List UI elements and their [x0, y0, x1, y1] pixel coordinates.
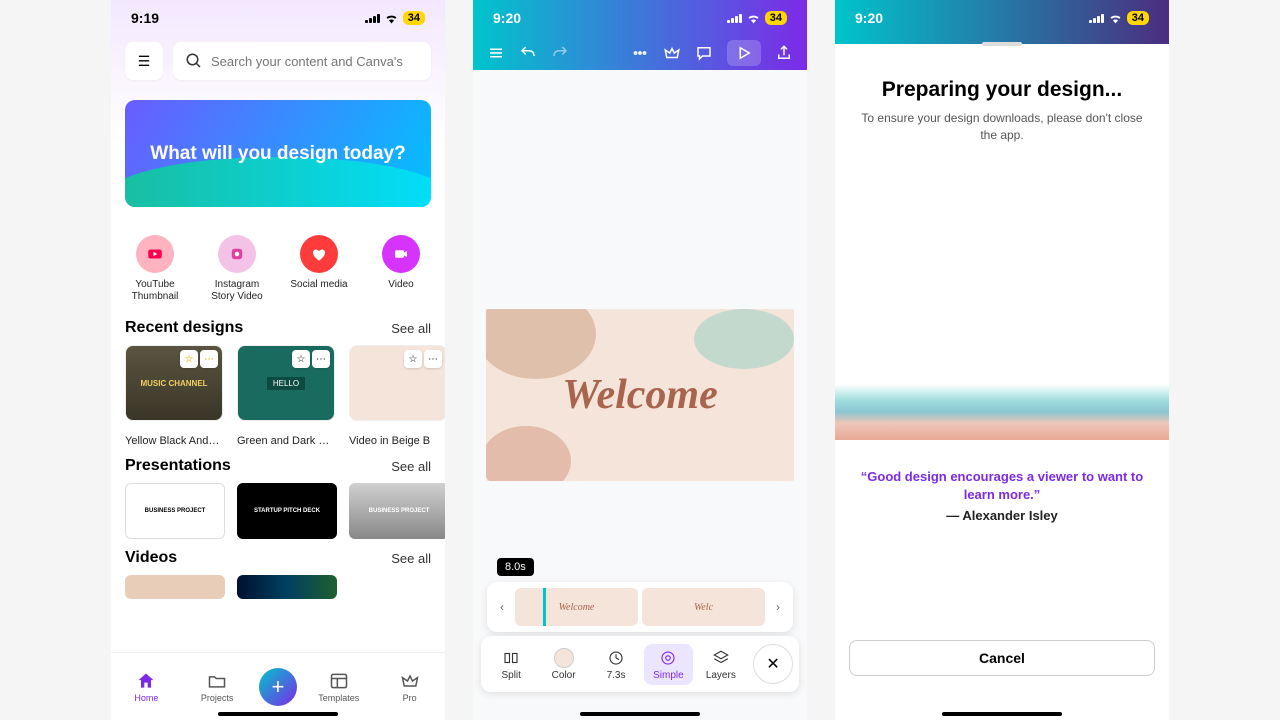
nav-templates[interactable]: Templates	[310, 671, 368, 703]
status-time: 9:20	[855, 10, 883, 26]
nav-home[interactable]: Home	[117, 671, 175, 703]
quote-text: “Good design encourages a viewer to want…	[849, 468, 1155, 504]
timeline-next[interactable]: ›	[771, 600, 785, 614]
wifi-icon	[746, 11, 761, 26]
status-bar: 9:19 34	[111, 0, 445, 36]
undo-icon[interactable]	[519, 44, 537, 62]
home-indicator	[580, 712, 700, 716]
status-right: 34	[365, 11, 425, 26]
status-bar: 9:20 34	[473, 0, 807, 36]
close-button[interactable]: ✕	[753, 644, 793, 684]
nav-projects[interactable]: Projects	[188, 671, 246, 703]
recent-see-all[interactable]: See all	[391, 321, 431, 336]
timeline-wrap: 8.0s ‹ Welcome Welc ›	[487, 582, 793, 632]
battery-badge: 34	[1127, 11, 1149, 25]
search-icon	[185, 52, 203, 70]
cancel-button[interactable]: Cancel	[849, 640, 1155, 676]
nav-create[interactable]: +	[259, 668, 297, 706]
recent-title: Recent designs	[125, 319, 243, 337]
tool-split[interactable]: Split	[487, 644, 535, 685]
timeline-prev[interactable]: ‹	[495, 600, 509, 614]
video-item[interactable]	[237, 575, 337, 599]
more-icon[interactable]: ⋯	[312, 350, 330, 368]
battery-badge: 34	[403, 11, 425, 25]
design-canvas[interactable]: Welcome	[486, 309, 794, 481]
wifi-icon	[384, 11, 399, 26]
home-screen: 9:19 34 ☰ What will you design today? Yo…	[111, 0, 445, 720]
more-icon[interactable]	[631, 44, 649, 62]
timeline-clip[interactable]: Welc	[642, 588, 765, 626]
category-video[interactable]: Video	[371, 235, 431, 303]
presentations-row: BUSINESS PROJECT STARTUP PITCH DECK BUSI…	[111, 483, 445, 539]
recent-item[interactable]: ☆⋯ Video in Beige B	[349, 345, 445, 447]
star-icon[interactable]: ☆	[292, 350, 310, 368]
home-indicator	[218, 712, 338, 716]
tool-duration[interactable]: 7.3s	[592, 644, 640, 685]
presentations-see-all[interactable]: See all	[391, 459, 431, 474]
bottom-nav: Home Projects + Templates Pro	[111, 652, 445, 720]
presentations-title: Presentations	[125, 457, 231, 475]
more-icon[interactable]: ⋯	[200, 350, 218, 368]
tool-simple[interactable]: Simple	[644, 644, 692, 685]
presentation-item[interactable]: BUSINESS PROJECT	[349, 483, 445, 539]
play-button[interactable]	[727, 40, 761, 66]
nav-pro[interactable]: Pro	[381, 671, 439, 703]
status-time: 9:19	[131, 10, 159, 26]
tool-layers[interactable]: Layers	[697, 644, 745, 685]
comment-icon[interactable]	[695, 44, 713, 62]
preparing-title: Preparing your design...	[849, 78, 1155, 102]
search-bar[interactable]	[173, 42, 431, 80]
playhead[interactable]	[543, 588, 546, 626]
timeline[interactable]: ‹ Welcome Welc ›	[487, 582, 793, 632]
canvas-text: Welcome	[562, 371, 718, 419]
more-icon[interactable]: ⋯	[424, 350, 442, 368]
recent-row: MUSIC CHANNEL☆⋯ Yellow Black And… HELLO☆…	[111, 345, 445, 447]
status-time: 9:20	[493, 10, 521, 26]
share-icon[interactable]	[775, 44, 793, 62]
redo-icon[interactable]	[551, 44, 569, 62]
menu-button[interactable]: ☰	[125, 42, 163, 80]
preparing-subtitle: To ensure your design downloads, please …	[849, 110, 1155, 144]
category-row: YouTube Thumbnail Instagram Story Video …	[111, 221, 445, 309]
timeline-clip[interactable]: Welcome	[515, 588, 638, 626]
illustration	[835, 384, 1169, 440]
videos-see-all[interactable]: See all	[391, 551, 431, 566]
editor-bottom-toolbar: Split Color 7.3s Simple Layers ✕	[481, 636, 799, 692]
presentation-item[interactable]: BUSINESS PROJECT	[125, 483, 225, 539]
video-item[interactable]	[125, 575, 225, 599]
editor-header: 9:20 34	[473, 0, 807, 70]
category-youtube[interactable]: YouTube Thumbnail	[125, 235, 185, 303]
videos-title: Videos	[125, 549, 177, 567]
star-icon[interactable]: ☆	[180, 350, 198, 368]
star-icon[interactable]: ☆	[404, 350, 422, 368]
presentation-item[interactable]: STARTUP PITCH DECK	[237, 483, 337, 539]
battery-badge: 34	[765, 11, 787, 25]
wifi-icon	[1108, 11, 1123, 26]
crown-icon[interactable]	[663, 44, 681, 62]
time-badge: 8.0s	[497, 558, 534, 576]
hero-banner[interactable]: What will you design today?	[125, 100, 431, 207]
download-screen: 9:20 34 Preparing your design... To ensu…	[835, 0, 1169, 720]
tool-color[interactable]: Color	[539, 644, 587, 685]
recent-item[interactable]: HELLO☆⋯ Green and Dark …	[237, 345, 335, 447]
home-indicator	[942, 712, 1062, 716]
category-social[interactable]: Social media	[289, 235, 349, 303]
recent-item[interactable]: MUSIC CHANNEL☆⋯ Yellow Black And…	[125, 345, 223, 447]
hero-text: What will you design today?	[150, 143, 405, 165]
status-bar: 9:20 34	[835, 0, 1169, 36]
category-instagram[interactable]: Instagram Story Video	[207, 235, 267, 303]
menu-icon[interactable]	[487, 44, 505, 62]
editor-toolbar	[473, 36, 807, 70]
editor-screen: 9:20 34 Welcome 8.0s ‹	[473, 0, 807, 720]
quote-author: — Alexander Isley	[849, 508, 1155, 523]
download-header: 9:20 34	[835, 0, 1169, 44]
search-input[interactable]	[211, 54, 419, 69]
